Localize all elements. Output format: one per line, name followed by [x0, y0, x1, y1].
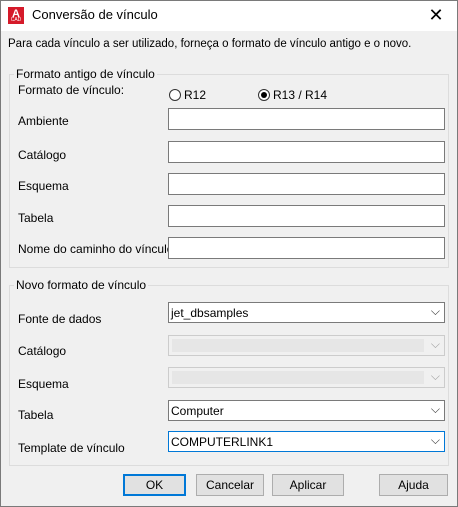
chevron-down-icon: ⌵ — [430, 304, 440, 318]
link-template-value: COMPUTERLINK1 — [171, 435, 274, 449]
format-label: Formato de vínculo: — [18, 83, 125, 97]
schema-label: Esquema — [18, 179, 69, 193]
chevron-down-icon: ⌵ — [430, 337, 440, 351]
radio-r12[interactable] — [169, 89, 181, 101]
autocad-icon: A CAD — [8, 7, 24, 24]
old-format-legend: Formato antigo de vínculo — [16, 67, 155, 81]
radio-r13-label[interactable]: R13 / R14 — [273, 88, 327, 102]
new-schema-select: ⌵ — [168, 367, 445, 388]
data-source-value: jet_dbsamples — [171, 306, 249, 320]
instruction-text: Para cada vínculo a ser utilizado, forne… — [8, 38, 412, 50]
window-title: Conversão de vínculo — [32, 7, 158, 22]
close-icon[interactable]: ✕ — [414, 0, 458, 31]
environment-input[interactable] — [168, 108, 445, 130]
radio-r13-r14[interactable] — [258, 89, 270, 101]
catalog-input[interactable] — [168, 141, 445, 163]
new-catalog-field — [172, 339, 424, 352]
new-schema-label: Esquema — [18, 377, 69, 391]
radio-r12-label[interactable]: R12 — [184, 88, 206, 102]
title-bar: A CAD Conversão de vínculo ✕ — [0, 0, 458, 31]
new-catalog-label: Catálogo — [18, 344, 67, 358]
chevron-down-icon: ⌵ — [430, 369, 440, 383]
new-format-legend: Novo formato de vínculo — [16, 278, 147, 292]
cancel-button[interactable]: Cancelar — [196, 474, 264, 496]
environment-label: Ambiente — [18, 114, 69, 128]
table-input[interactable] — [168, 205, 445, 227]
new-table-label: Tabela — [18, 408, 54, 422]
link-template-select[interactable]: COMPUTERLINK1 ⌵ — [168, 431, 445, 452]
catalog-label: Catálogo — [18, 148, 67, 162]
data-source-select[interactable]: jet_dbsamples ⌵ — [168, 302, 445, 323]
apply-button[interactable]: Aplicar — [272, 474, 344, 496]
link-path-label: Nome do caminho do vínculo — [18, 242, 174, 256]
app-icon-sub: CAD — [10, 17, 22, 23]
help-button[interactable]: Ajuda — [379, 474, 448, 496]
table-label: Tabela — [18, 211, 54, 225]
new-catalog-select: ⌵ — [168, 335, 445, 356]
link-template-label: Template de vínculo — [18, 441, 125, 455]
schema-input[interactable] — [168, 173, 445, 195]
new-schema-field — [172, 371, 424, 384]
new-table-select[interactable]: Computer ⌵ — [168, 400, 445, 421]
chevron-down-icon: ⌵ — [430, 433, 440, 447]
data-source-label: Fonte de dados — [18, 312, 102, 326]
new-table-value: Computer — [171, 404, 224, 418]
chevron-down-icon: ⌵ — [430, 402, 440, 416]
link-path-input[interactable] — [168, 237, 445, 259]
ok-button[interactable]: OK — [123, 474, 186, 496]
